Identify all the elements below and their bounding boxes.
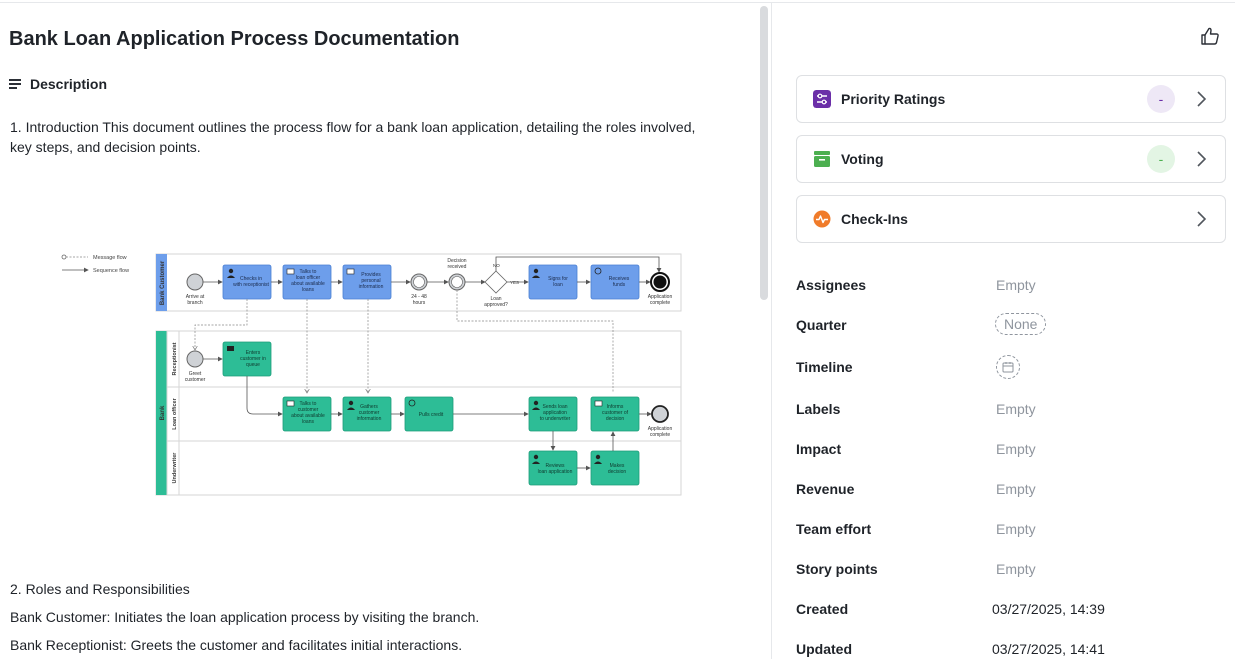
team-effort-label: Team effort: [796, 521, 872, 537]
priority-ratings-card[interactable]: Priority Ratings -: [796, 75, 1226, 123]
priority-ratings-value: -: [1147, 85, 1175, 113]
assignees-label: Assignees: [796, 277, 867, 293]
team-effort-value[interactable]: Empty: [996, 521, 1036, 537]
created-label: Created: [796, 601, 849, 617]
legend-sequence-flow: Sequence flow: [93, 268, 129, 274]
revenue-label: Revenue: [796, 481, 855, 497]
legend-message-flow: Message flow: [93, 255, 127, 261]
intro-line-2: key steps, and decision points.: [10, 139, 201, 155]
revenue-value[interactable]: Empty: [996, 481, 1036, 497]
document-pane: Bank Loan Application Process Documentat…: [0, 3, 758, 659]
check-ins-icon: [813, 210, 831, 228]
svg-text:to underwriter: to underwriter: [540, 416, 571, 422]
lane-label-underwriter: Underwriter: [172, 452, 178, 484]
svg-text:customer: customer: [185, 377, 206, 383]
priority-ratings-icon: [813, 90, 831, 108]
svg-text:approved?: approved?: [484, 302, 508, 308]
svg-text:funds: funds: [613, 282, 626, 288]
svg-text:loan: loan: [553, 282, 563, 288]
thumbs-up-icon[interactable]: [1200, 27, 1220, 45]
section-2-heading: 2. Roles and Responsibilities: [10, 581, 190, 597]
svg-text:decision: decision: [606, 416, 625, 422]
priority-ratings-label: Priority Ratings: [841, 91, 946, 107]
description-heading: Description: [9, 76, 107, 92]
svg-text:decision: decision: [608, 469, 627, 475]
timeline-label: Timeline: [796, 359, 853, 375]
svg-text:information: information: [359, 284, 384, 290]
chevron-right-icon: [1197, 211, 1207, 227]
svg-text:hours: hours: [413, 300, 426, 306]
assignees-value[interactable]: Empty: [996, 277, 1036, 293]
impact-value[interactable]: Empty: [996, 441, 1036, 457]
svg-text:received: received: [448, 264, 467, 270]
story-points-label: Story points: [796, 561, 878, 577]
svg-text:loan application: loan application: [538, 469, 573, 475]
quarter-label: Quarter: [796, 317, 847, 333]
pool-label-customer: Bank Customer: [160, 260, 166, 305]
svg-text:YES: YES: [510, 280, 519, 285]
svg-text:queue: queue: [246, 362, 260, 368]
labels-value[interactable]: Empty: [996, 401, 1036, 417]
story-points-value[interactable]: Empty: [996, 561, 1036, 577]
chevron-right-icon: [1197, 151, 1207, 167]
role-bank-receptionist: Bank Receptionist: Greets the customer a…: [10, 637, 463, 653]
check-ins-label: Check-Ins: [841, 211, 908, 227]
quarter-value[interactable]: None: [995, 313, 1047, 335]
description-label: Description: [30, 76, 108, 92]
diagram-legend: Message flow Sequence flow: [61, 254, 129, 274]
impact-label: Impact: [796, 441, 842, 457]
voting-card[interactable]: Voting -: [796, 135, 1226, 183]
document-scrollbar[interactable]: [760, 6, 768, 300]
voting-value: -: [1147, 145, 1175, 173]
text-lines-icon: [9, 79, 21, 89]
lane-label-receptionist: Receptionist: [172, 342, 178, 375]
svg-text:loans: loans: [302, 419, 314, 425]
voting-icon: [814, 151, 830, 167]
created-value: 03/27/2025, 14:39: [992, 601, 1105, 617]
role-bank-customer: Bank Customer: Initiates the loan applic…: [10, 609, 480, 625]
svg-text:with receptionist: with receptionist: [233, 282, 269, 288]
lane-label-loan-officer: Loan officer: [172, 397, 178, 429]
chevron-right-icon: [1197, 91, 1207, 107]
calendar-icon: [1002, 362, 1014, 373]
svg-text:Pulls credit: Pulls credit: [419, 412, 444, 418]
svg-text:NO: NO: [493, 263, 500, 268]
svg-text:complete: complete: [650, 300, 671, 306]
page-title: Bank Loan Application Process Documentat…: [9, 28, 460, 50]
updated-value: 03/27/2025, 14:41: [992, 641, 1105, 657]
svg-text:loans: loans: [302, 287, 314, 293]
updated-label: Updated: [796, 641, 852, 657]
timeline-picker[interactable]: [996, 355, 1020, 379]
intro-line-1: 1. Introduction This document outlines t…: [10, 119, 696, 135]
details-sidebar: Priority Ratings - Voting - Check-Ins As…: [772, 3, 1235, 659]
voting-label: Voting: [841, 151, 884, 167]
svg-text:information: information: [357, 416, 382, 422]
check-ins-card[interactable]: Check-Ins: [796, 195, 1226, 243]
pool-label-bank: Bank: [160, 405, 166, 420]
labels-label: Labels: [796, 401, 841, 417]
bpmn-diagram: Message flow Sequence flow Bank Customer…: [61, 253, 682, 496]
svg-text:branch: branch: [187, 300, 203, 306]
svg-text:complete: complete: [650, 432, 671, 438]
